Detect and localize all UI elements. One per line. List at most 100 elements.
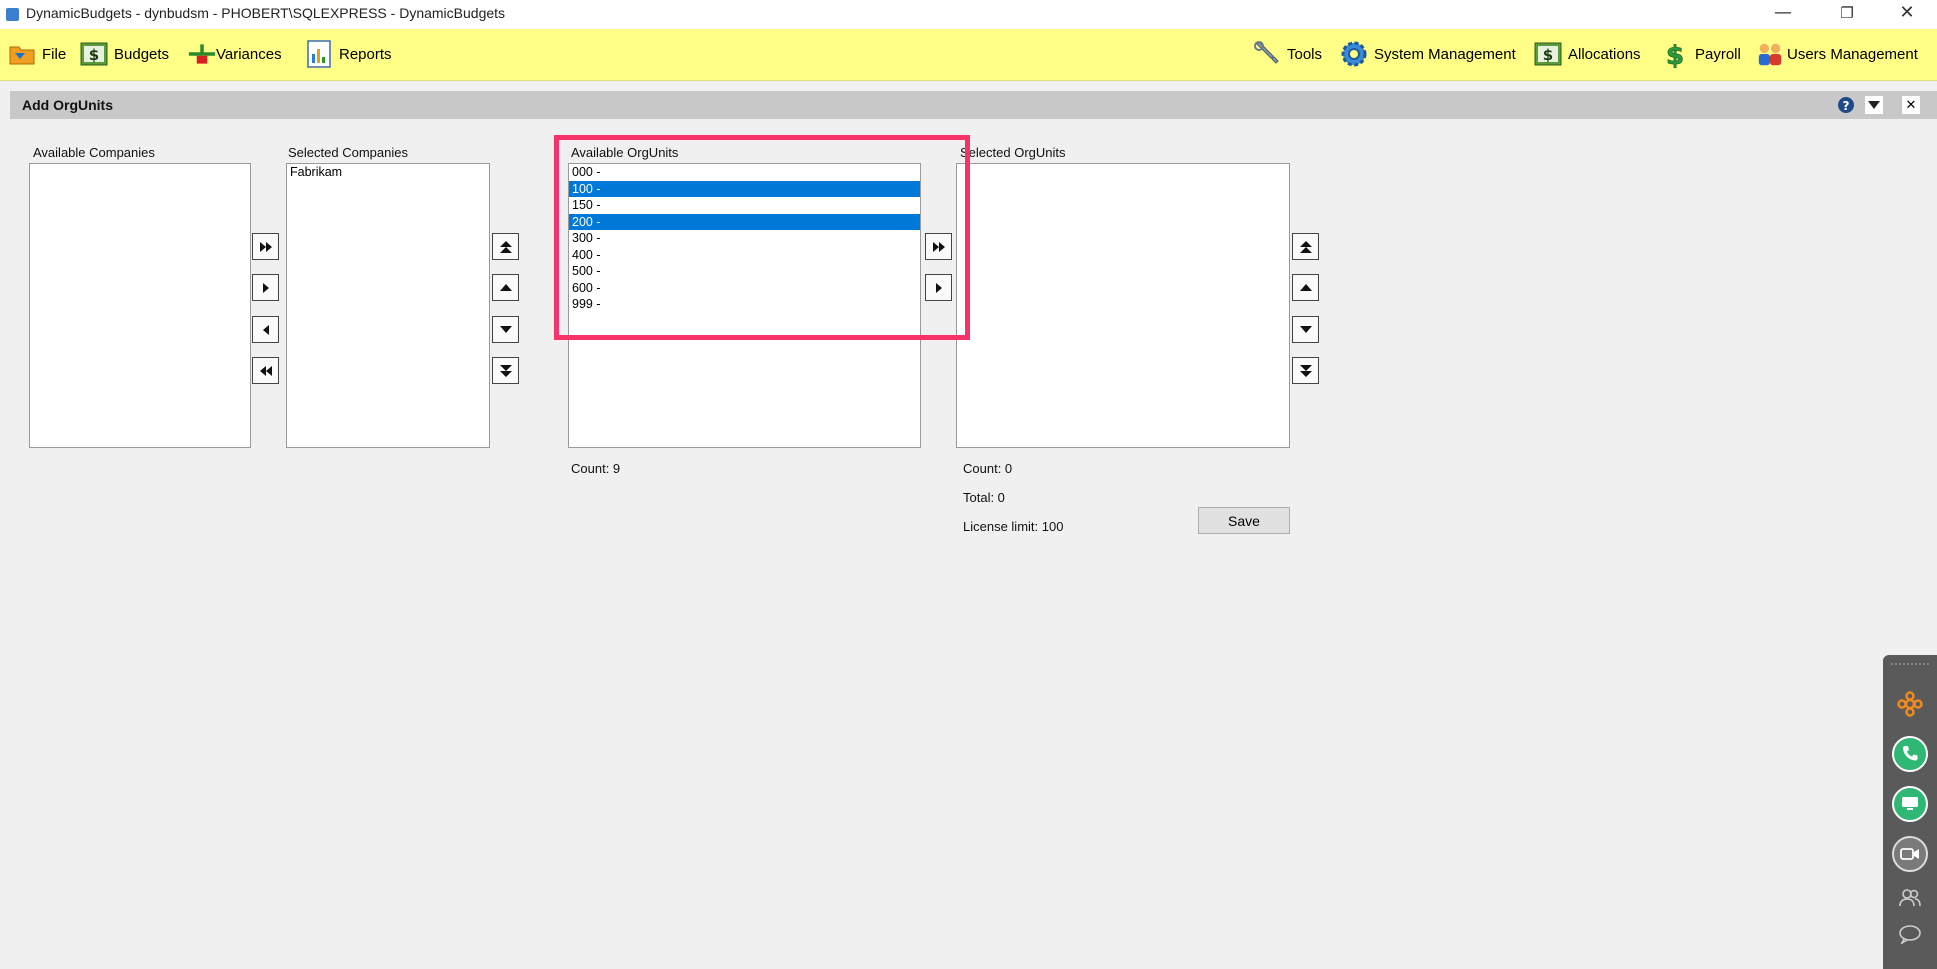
available-companies-label: Available Companies (33, 145, 155, 160)
toolbar-file[interactable]: File (8, 39, 66, 69)
users-icon (1756, 40, 1784, 68)
toolbar-tools[interactable]: Tools (1253, 39, 1322, 69)
toolbar-system-management[interactable]: System Management (1340, 39, 1516, 69)
company-move-up-button[interactable] (492, 274, 519, 301)
toolbar-reports[interactable]: Reports (305, 39, 392, 69)
double-right-arrow-icon (259, 241, 272, 252)
move-all-right-button[interactable] (252, 233, 279, 260)
help-icon: ? (1838, 97, 1854, 113)
toolbar-allocations[interactable]: $ Allocations (1534, 39, 1641, 69)
dock-chat-button[interactable] (1892, 916, 1928, 952)
toolbar-payroll[interactable]: $ Payroll (1661, 39, 1741, 69)
main-toolbar: File $ Budgets Variances Reports Tools S… (0, 29, 1937, 81)
left-arrow-icon (262, 324, 269, 335)
window-title: DynamicBudgets - dynbudsm - PHOBERT\SQLE… (26, 5, 506, 21)
dollar-icon: $ (80, 40, 108, 68)
list-item[interactable]: 200 - (569, 213, 920, 230)
orgunit-move-all-right-button[interactable] (925, 233, 952, 260)
selected-orgunits-label: Selected OrgUnits (960, 145, 1066, 160)
phone-icon (1903, 746, 1918, 761)
dollar-icon: $ (1534, 40, 1562, 68)
money-icon: $ (1661, 40, 1689, 68)
orgunit-move-right-button[interactable] (925, 274, 952, 301)
company-move-down-button[interactable] (492, 316, 519, 343)
available-orgunits-list[interactable]: 000 -100 -150 -200 -300 -400 -500 -600 -… (568, 163, 921, 448)
available-orgunits-label: Available OrgUnits (571, 145, 679, 160)
license-limit: License limit: 100 (963, 519, 1064, 534)
app-icon (6, 8, 19, 21)
double-left-arrow-icon (259, 365, 272, 376)
list-item[interactable]: 300 - (569, 230, 920, 247)
window-title-bar: DynamicBudgets - dynbudsm - PHOBERT\SQLE… (0, 0, 1937, 29)
selected-orgunits-list[interactable] (956, 163, 1290, 448)
orgunit-move-up-button[interactable] (1292, 274, 1319, 301)
up-arrow-icon (1299, 284, 1312, 291)
list-item[interactable]: 150 - (569, 197, 920, 214)
available-companies-list[interactable] (29, 163, 251, 448)
selected-companies-label: Selected Companies (288, 145, 408, 160)
double-up-arrow-icon (499, 240, 512, 253)
restore-button[interactable]: ❐ (1824, 2, 1870, 28)
orgunit-move-top-button[interactable] (1292, 233, 1319, 260)
svg-text:?: ? (1843, 99, 1850, 113)
panel-title: Add OrgUnits (22, 97, 113, 113)
gear-icon (1340, 40, 1368, 68)
dock-grip[interactable] (1891, 663, 1929, 667)
selected-orgunits-total: Total: 0 (963, 490, 1005, 505)
dock-phone-button[interactable] (1892, 736, 1928, 772)
list-item[interactable]: Fabrikam (287, 164, 489, 181)
double-up-arrow-icon (1299, 240, 1312, 253)
list-item[interactable]: 100 - (569, 180, 920, 197)
close-window-button[interactable]: ✕ (1884, 2, 1930, 28)
svg-text:$: $ (89, 46, 99, 64)
move-all-left-button[interactable] (252, 357, 279, 384)
chevron-down-icon (1868, 101, 1880, 109)
plus-minus-icon (188, 40, 216, 68)
orgunit-move-down-button[interactable] (1292, 316, 1319, 343)
move-left-button[interactable] (252, 316, 279, 343)
flower-icon (1897, 691, 1923, 717)
video-camera-icon (1900, 848, 1919, 860)
down-arrow-icon (499, 326, 512, 333)
dock-video-button[interactable] (1892, 836, 1928, 872)
toolbar-variances[interactable]: Variances (188, 39, 282, 69)
company-move-top-button[interactable] (492, 233, 519, 260)
up-arrow-icon (499, 284, 512, 291)
selected-companies-list[interactable]: Fabrikam (286, 163, 490, 448)
help-button[interactable]: ? (1837, 96, 1855, 114)
company-move-bottom-button[interactable] (492, 357, 519, 384)
svg-text:$: $ (1666, 41, 1684, 68)
report-icon (305, 40, 333, 68)
double-down-arrow-icon (1299, 364, 1312, 377)
double-down-arrow-icon (499, 364, 512, 377)
dock-screen-share-button[interactable] (1892, 786, 1928, 822)
orgunit-move-bottom-button[interactable] (1292, 357, 1319, 384)
list-item[interactable]: 000 - (569, 164, 920, 181)
right-arrow-icon (262, 282, 269, 293)
available-orgunits-count: Count: 9 (571, 461, 621, 476)
panel-header: Add OrgUnits ? ✕ (10, 91, 1937, 119)
move-right-button[interactable] (252, 274, 279, 301)
double-right-arrow-icon (932, 241, 945, 252)
toolbar-budgets[interactable]: $ Budgets (80, 39, 169, 69)
down-arrow-icon (1299, 326, 1312, 333)
selected-orgunits-count: Count: 0 (963, 461, 1013, 476)
panel-close-button[interactable]: ✕ (1902, 96, 1920, 114)
right-arrow-icon (935, 282, 942, 293)
panel-dropdown-button[interactable] (1865, 96, 1883, 114)
toolbar-users-management[interactable]: Users Management (1756, 39, 1918, 69)
monitor-icon (1902, 797, 1918, 810)
list-item[interactable]: 600 - (569, 280, 920, 297)
dock-flower-button[interactable] (1892, 686, 1928, 722)
minimize-button[interactable]: — (1760, 2, 1806, 28)
list-item[interactable]: 500 - (569, 263, 920, 280)
chat-bubble-icon (1899, 925, 1921, 944)
side-dock (1883, 655, 1937, 969)
wrench-icon (1253, 40, 1281, 68)
people-icon (1899, 889, 1921, 907)
dock-participants-button[interactable] (1892, 880, 1928, 916)
list-item[interactable]: 400 - (569, 247, 920, 264)
save-button[interactable]: Save (1198, 507, 1290, 534)
list-item[interactable]: 999 - (569, 296, 920, 313)
svg-text:$: $ (1543, 46, 1553, 64)
